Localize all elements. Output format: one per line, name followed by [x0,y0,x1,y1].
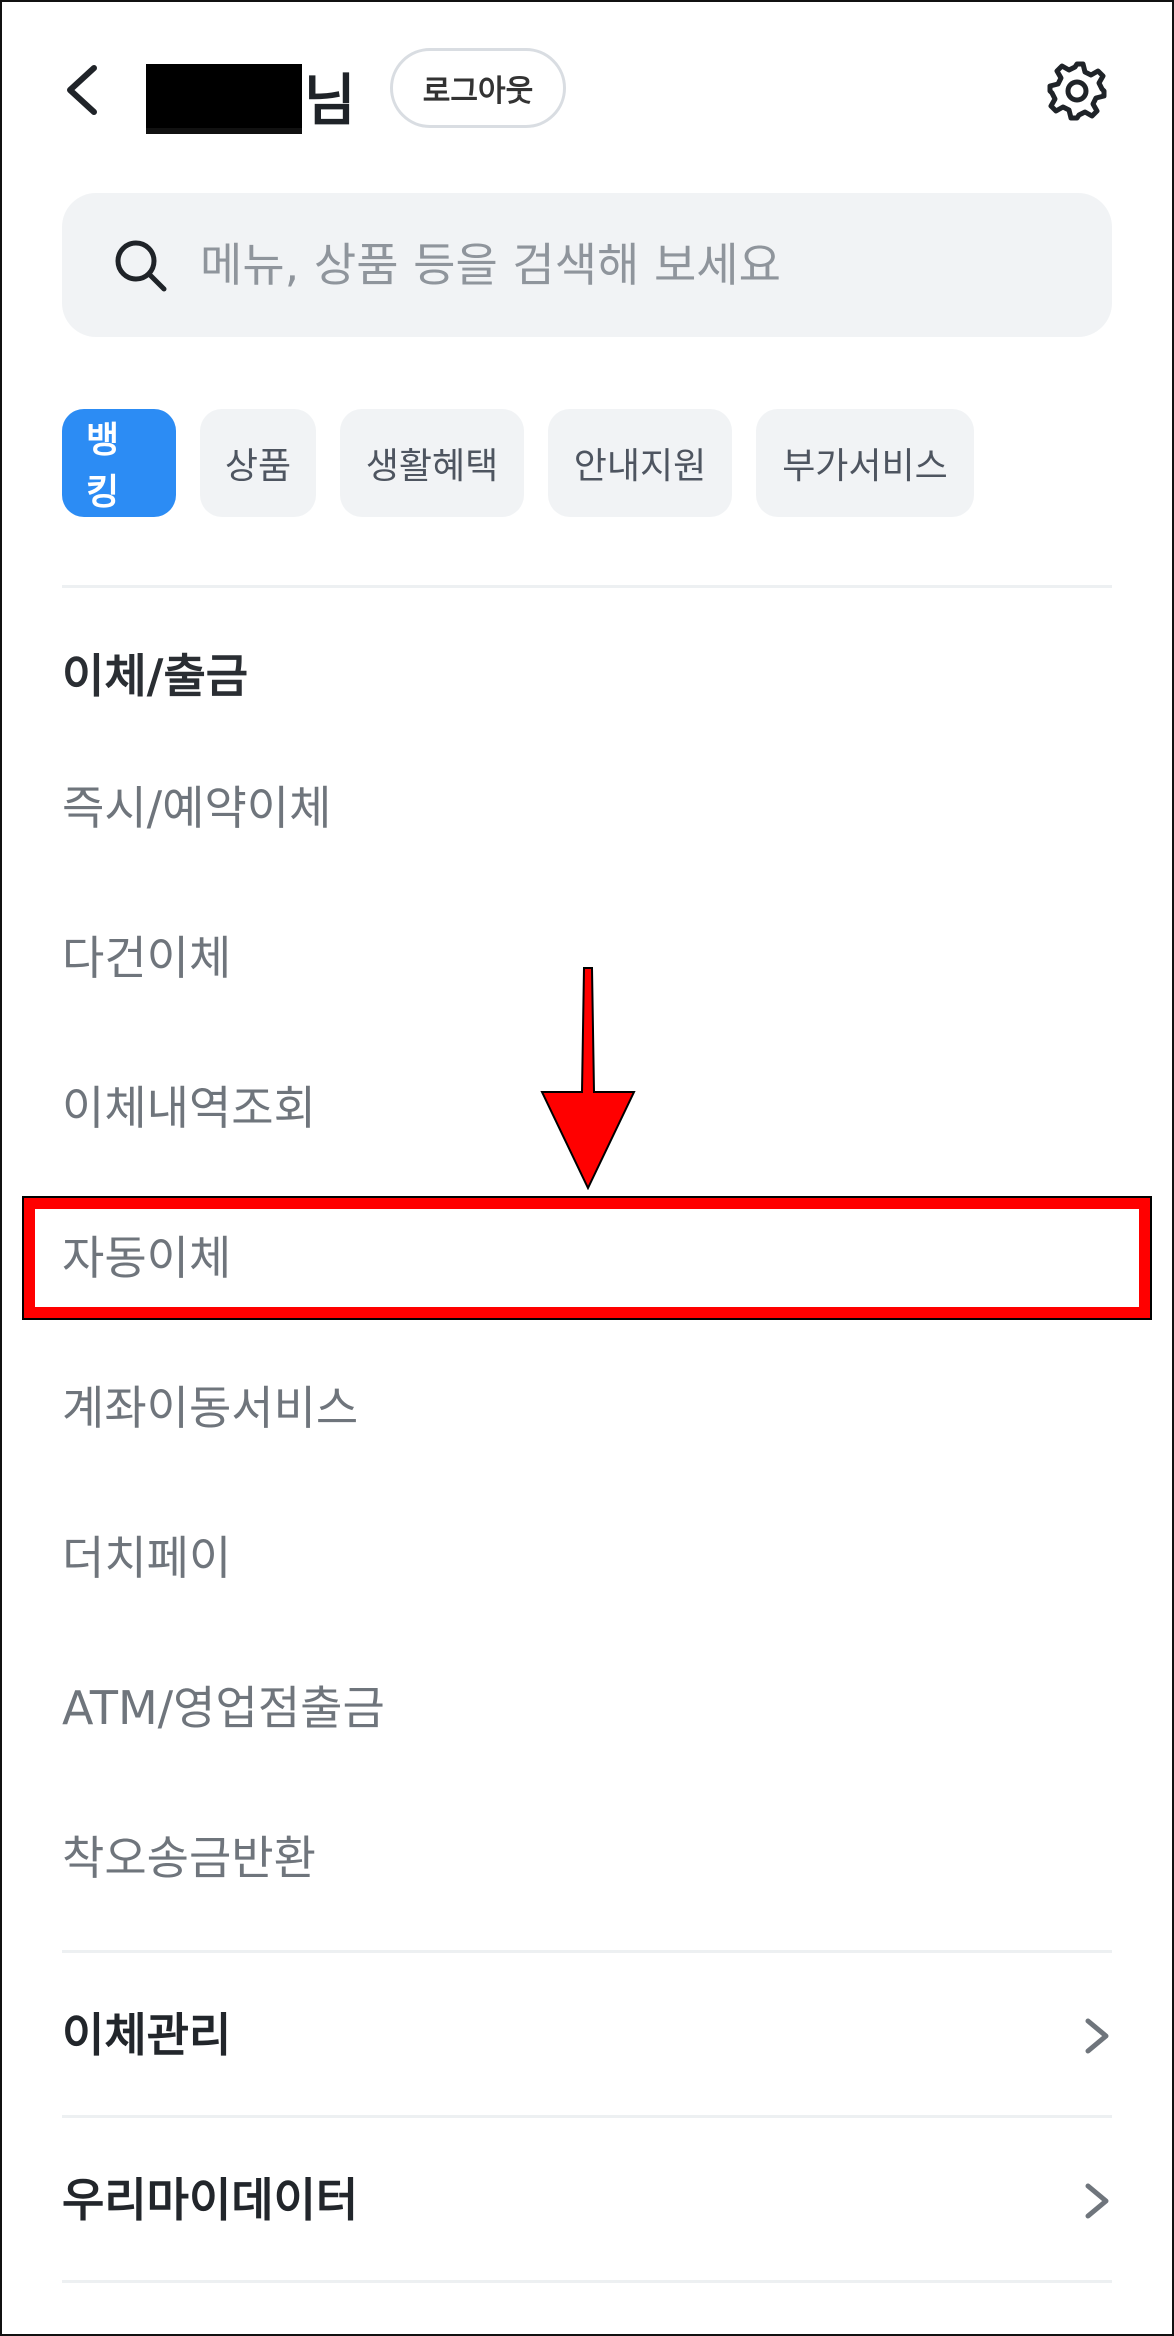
divider [62,2115,1112,2118]
logout-button[interactable]: 로그아웃 [390,48,566,128]
highlight-box [22,1196,1152,1320]
search-placeholder: 메뉴, 상품 등을 검색해 보세요 [200,238,781,292]
group-label: 이체관리 [62,2008,232,2062]
menu-item-account-switch[interactable]: 계좌이동서비스 [62,1378,358,1438]
menu-item-transfer-history[interactable]: 이체내역조회 [62,1078,316,1138]
gear-icon [1047,61,1107,121]
tab-support[interactable]: 안내지원 [548,409,732,517]
menu-item-dutch-pay[interactable]: 더치페이 [62,1528,231,1588]
tab-life-benefits[interactable]: 생활혜택 [340,409,524,517]
group-woori-mydata[interactable]: 우리마이데이터 [62,2160,1112,2240]
back-button[interactable] [58,60,108,120]
chevron-right-icon [1085,2018,1109,2054]
tab-products[interactable]: 상품 [200,409,316,517]
chevron-right-icon [1085,2183,1109,2219]
down-arrow-icon [540,967,636,1190]
menu-item-mistaken-transfer-return[interactable]: 착오송금반환 [62,1828,316,1888]
name-suffix: 님 [304,68,356,134]
group-transfer-management[interactable]: 이체관리 [62,1995,1112,2075]
settings-button[interactable] [1046,60,1108,122]
back-arrow-icon [67,65,97,115]
menu-item-bulk-transfer[interactable]: 다건이체 [62,928,231,988]
menu-item-atm-withdrawal[interactable]: ATM/영업점출금 [62,1678,385,1738]
tab-extra-services[interactable]: 부가서비스 [756,409,974,517]
menu-item-instant-transfer[interactable]: 즉시/예약이체 [62,778,331,838]
group-label: 우리마이데이터 [62,2173,359,2227]
user-greeting: 님 [146,56,356,136]
section-title: 이체/출금 [62,649,249,703]
search-bar[interactable]: 메뉴, 상품 등을 검색해 보세요 [62,193,1112,337]
category-tabs: 뱅킹 상품 생활혜택 안내지원 부가서비스 [62,409,974,517]
divider [62,2280,1112,2283]
redacted-username [146,64,302,134]
divider [62,1950,1112,1953]
tab-banking[interactable]: 뱅킹 [62,409,176,517]
search-icon [115,240,167,292]
divider [62,585,1112,588]
